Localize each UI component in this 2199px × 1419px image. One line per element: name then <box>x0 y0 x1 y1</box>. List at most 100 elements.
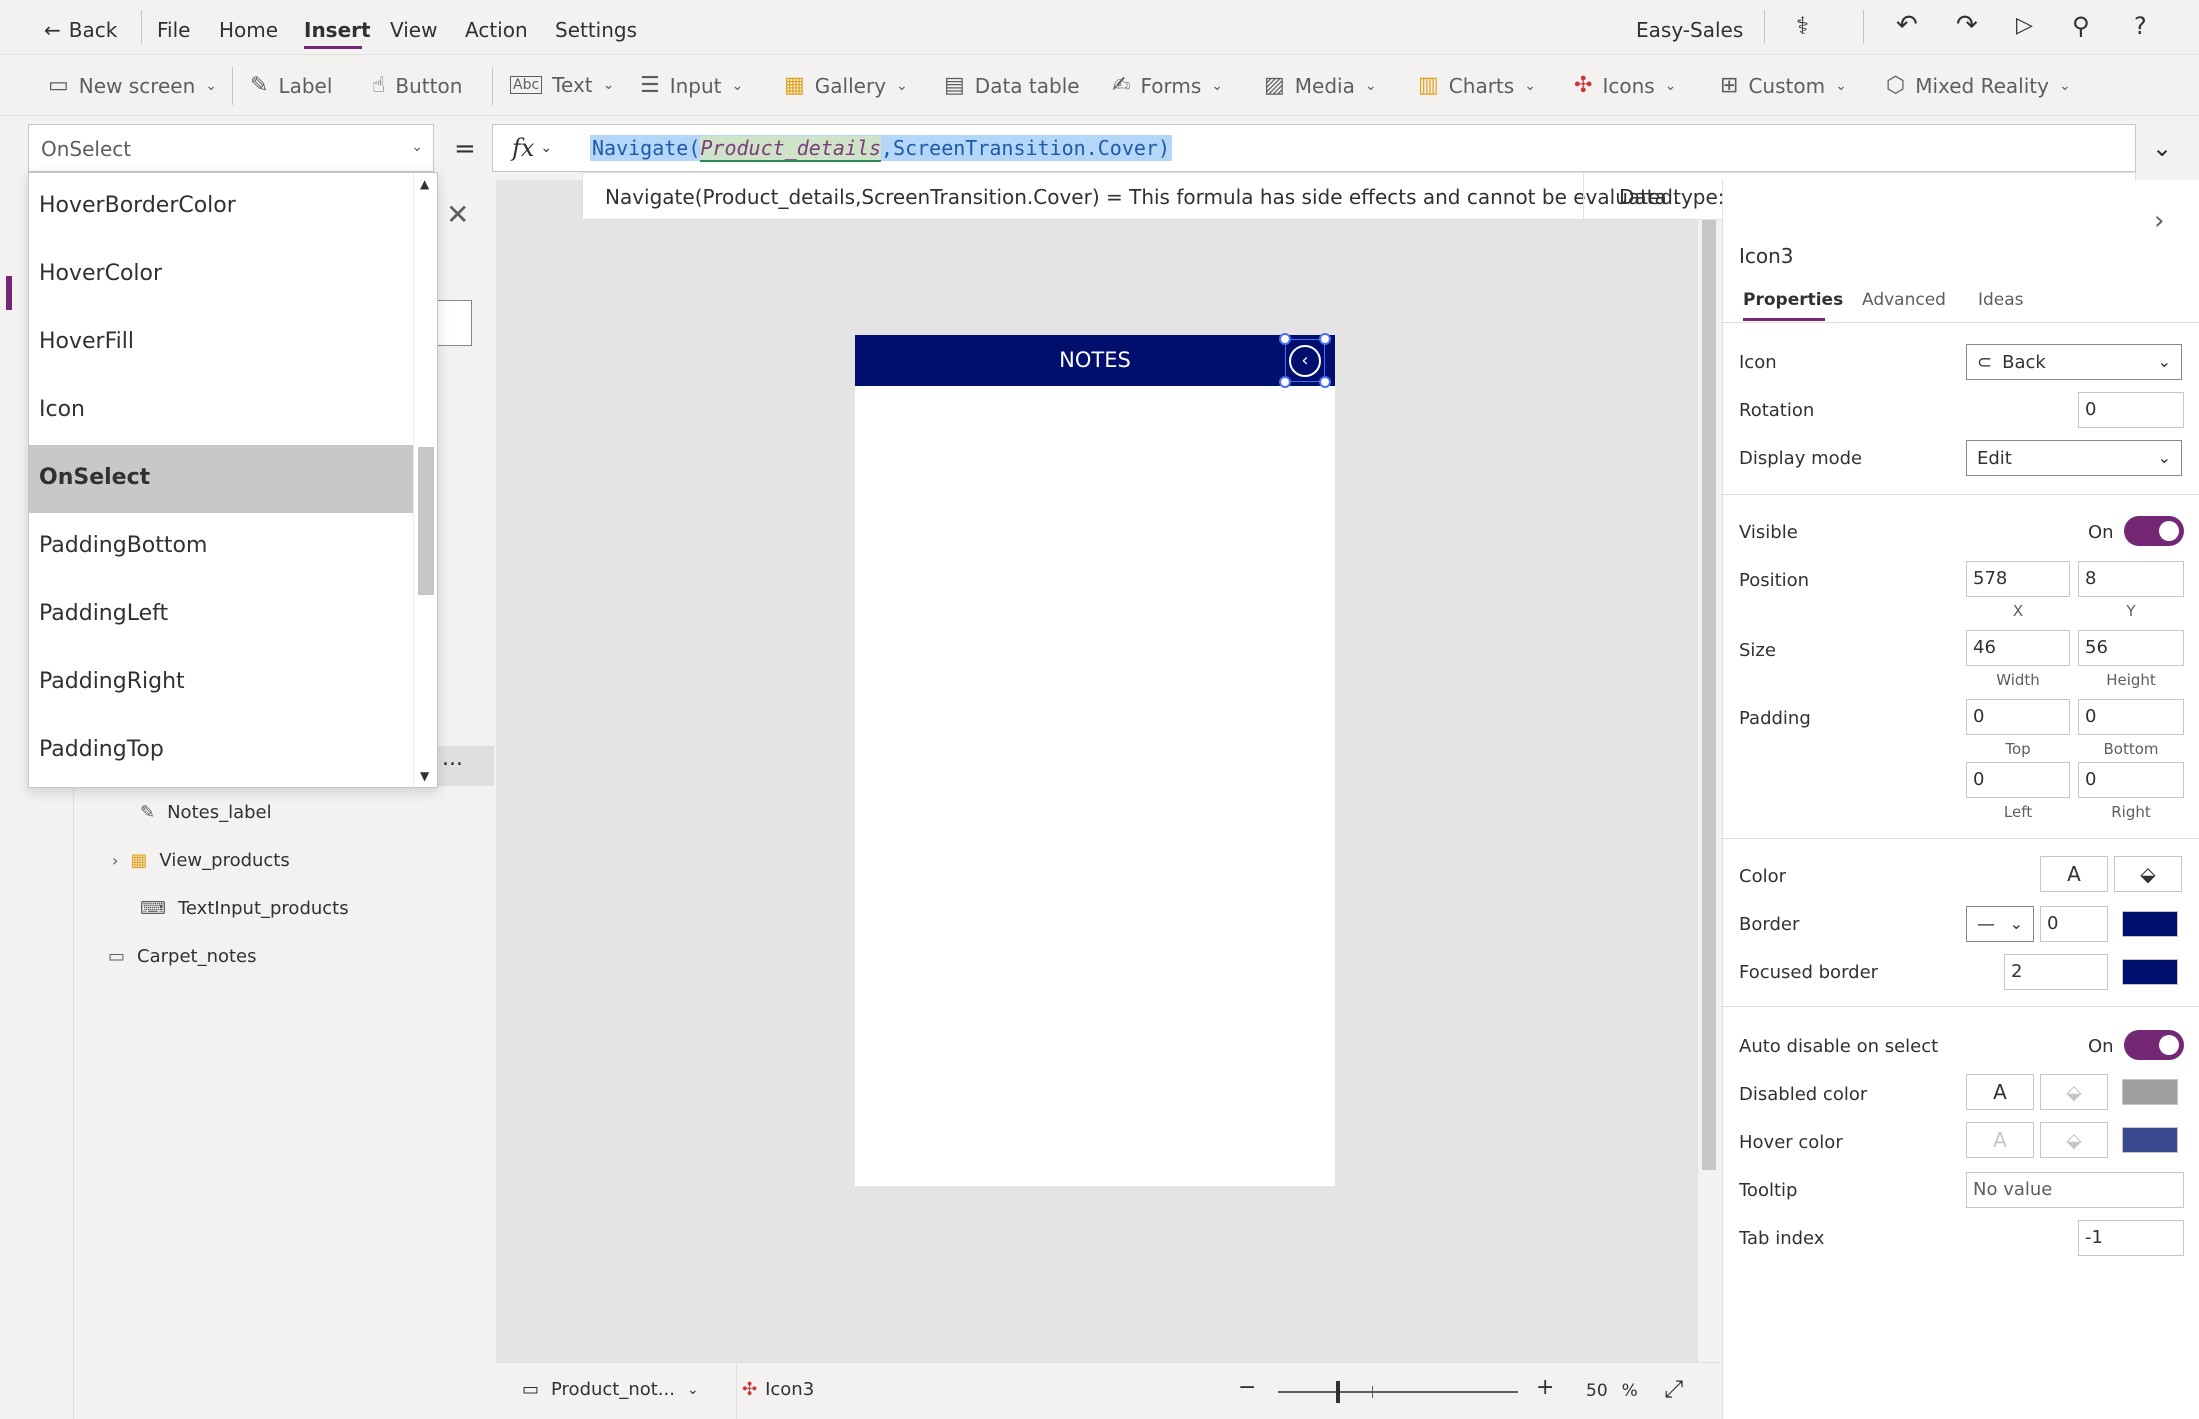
zoom-in-icon[interactable]: + <box>1536 1375 1554 1400</box>
padding-bottom-input[interactable]: 0 <box>2078 699 2184 735</box>
data-table-button[interactable]: ▤ Data table <box>944 73 1080 98</box>
redo-icon[interactable]: ↷ <box>1956 10 1978 40</box>
fit-to-window-icon[interactable]: ⤢ <box>1664 1375 1683 1403</box>
hover-text-color-button[interactable]: A <box>1966 1122 2034 1158</box>
close-tree-icon[interactable]: ✕ <box>446 198 469 231</box>
tab-ideas[interactable]: Ideas <box>1978 290 2024 310</box>
dropdown-option[interactable]: HoverBorderColor <box>29 173 413 241</box>
new-screen-button[interactable]: ▭ New screen ⌄ <box>48 73 217 98</box>
position-y-input[interactable]: 8 <box>2078 561 2184 597</box>
tab-advanced[interactable]: Advanced <box>1862 290 1946 310</box>
share-user-icon[interactable]: ⚲ <box>2072 12 2090 40</box>
fx-icon: fx <box>512 134 535 162</box>
help-icon[interactable]: ? <box>2134 12 2147 40</box>
padding-left-input[interactable]: 0 <box>1966 762 2070 798</box>
tree-item-carpet-notes[interactable]: ▭ Carpet_notes <box>108 946 257 967</box>
charts-button[interactable]: ▥ Charts ⌄ <box>1418 73 1536 98</box>
text-color-button[interactable]: A <box>2040 856 2108 892</box>
tab-index-input[interactable]: -1 <box>2078 1220 2184 1256</box>
border-width-input[interactable]: 0 <box>2040 906 2108 942</box>
icon-dropdown[interactable]: ⊂ Back ⌄ <box>1966 344 2182 380</box>
dropdown-option[interactable]: PaddingTop <box>29 717 413 785</box>
screen-picker[interactable]: ▭ Product_not... ⌄ <box>522 1379 699 1400</box>
property-selector[interactable]: OnSelect ⌄ <box>28 124 434 172</box>
more-options-button[interactable]: ... <box>436 746 494 786</box>
focused-border-input[interactable]: 2 <box>2004 954 2108 990</box>
formula-text[interactable]: Navigate(Product_details,ScreenTransitio… <box>590 135 1172 162</box>
menu-action[interactable]: Action <box>465 18 528 42</box>
custom-button[interactable]: ⊞ Custom ⌄ <box>1720 73 1847 98</box>
zoom-slider[interactable] <box>1278 1381 1518 1403</box>
fx-button[interactable]: fx ⌄ <box>500 128 580 168</box>
canvas-scrollbar[interactable] <box>1698 180 1720 1360</box>
forms-button[interactable]: ✍ Forms ⌄ <box>1112 73 1223 98</box>
media-button[interactable]: ▨ Media ⌄ <box>1264 73 1377 98</box>
icons-button[interactable]: ✣ Icons ⌄ <box>1574 73 1676 98</box>
dropdown-option[interactable]: HoverFill <box>29 309 413 377</box>
label-button[interactable]: ✎ Label <box>250 73 332 98</box>
tree-item-textinput-products[interactable]: ⌨ TextInput_products <box>140 898 349 919</box>
border-style-dropdown[interactable]: — ⌄ <box>1966 906 2034 942</box>
dropdown-scrollbar[interactable]: ▲ ▼ <box>413 173 437 787</box>
menu-settings[interactable]: Settings <box>555 18 637 42</box>
disabled-color-swatch[interactable] <box>2122 1079 2178 1105</box>
menu-file[interactable]: File <box>157 18 190 42</box>
play-icon[interactable]: ▷ <box>2016 13 2033 38</box>
size-height-input[interactable]: 56 <box>2078 630 2184 666</box>
dropdown-option[interactable]: HoverColor <box>29 241 413 309</box>
rotation-input[interactable]: 0 <box>2078 392 2184 428</box>
dropdown-scrollbar-thumb[interactable] <box>418 447 434 595</box>
menu-view[interactable]: View <box>390 18 437 42</box>
canvas-scrollbar-thumb[interactable] <box>1702 210 1716 1170</box>
gallery-button[interactable]: ▦ Gallery ⌄ <box>784 73 908 98</box>
selected-back-icon-control[interactable]: ‹ <box>1285 339 1325 382</box>
expand-formula-icon[interactable]: ⌄ <box>2152 134 2172 162</box>
size-width-input[interactable]: 46 <box>1966 630 2070 666</box>
resize-handle[interactable] <box>1319 376 1331 388</box>
zoom-slider-thumb[interactable] <box>1336 1381 1340 1403</box>
padding-right-input[interactable]: 0 <box>2078 762 2184 798</box>
resize-handle[interactable] <box>1279 376 1291 388</box>
text-button[interactable]: Abc Text ⌄ <box>510 73 614 97</box>
visible-toggle[interactable] <box>2124 516 2184 546</box>
auto-disable-toggle[interactable] <box>2124 1030 2184 1060</box>
display-mode-dropdown[interactable]: Edit ⌄ <box>1966 440 2182 476</box>
dropdown-option-selected[interactable]: OnSelect <box>29 445 413 513</box>
tree-item-notes-label[interactable]: ✎ Notes_label <box>140 802 272 823</box>
resize-handle[interactable] <box>1319 333 1331 345</box>
back-button[interactable]: ← Back <box>44 18 117 42</box>
status-bar: ▭ Product_not... ⌄ ✣ Icon3 − + 50% ⤢ <box>496 1362 1720 1419</box>
dropdown-option[interactable]: PaddingBottom <box>29 513 413 581</box>
button-button[interactable]: ☝ Button <box>372 73 462 98</box>
menu-insert[interactable]: Insert <box>304 18 371 42</box>
input-button[interactable]: ☰ Input ⌄ <box>640 73 743 98</box>
dropdown-option[interactable]: Icon <box>29 377 413 445</box>
dropdown-option[interactable]: PaddingLeft <box>29 581 413 649</box>
app-screen[interactable] <box>855 335 1335 1186</box>
scroll-down-icon[interactable]: ▼ <box>420 769 429 783</box>
hover-fill-bucket-icon[interactable]: ⬙ <box>2040 1122 2108 1158</box>
tree-item-view-products[interactable]: › ▦ View_products <box>112 850 290 871</box>
menu-home[interactable]: Home <box>219 18 278 42</box>
disabled-text-color-button[interactable]: A <box>1966 1074 2034 1110</box>
resize-handle[interactable] <box>1279 333 1291 345</box>
dropdown-option[interactable]: PaddingRight <box>29 649 413 717</box>
border-color-swatch[interactable] <box>2122 911 2178 937</box>
chevron-right-icon[interactable]: › <box>112 851 118 870</box>
mixed-reality-button[interactable]: ⬡ Mixed Reality ⌄ <box>1886 73 2071 98</box>
tooltip-input[interactable]: No value <box>1966 1172 2184 1208</box>
position-x-input[interactable]: 578 <box>1966 561 2070 597</box>
collapse-pane-icon[interactable]: › <box>2154 206 2164 236</box>
app-checker-icon[interactable]: ⚕ <box>1796 12 1809 40</box>
focused-border-color-swatch[interactable] <box>2122 959 2178 985</box>
control-breadcrumb[interactable]: ✣ Icon3 <box>742 1379 814 1400</box>
zoom-out-icon[interactable]: − <box>1238 1375 1256 1400</box>
disabled-fill-bucket-icon[interactable]: ⬙ <box>2040 1074 2108 1110</box>
undo-icon[interactable]: ↶ <box>1896 10 1918 40</box>
control-name[interactable]: Icon3 <box>1739 244 1794 268</box>
hover-color-swatch[interactable] <box>2122 1127 2178 1153</box>
fill-bucket-icon[interactable]: ⬙ <box>2114 856 2182 892</box>
scroll-up-icon[interactable]: ▲ <box>420 177 429 191</box>
padding-top-input[interactable]: 0 <box>1966 699 2070 735</box>
tab-properties[interactable]: Properties <box>1743 290 1843 310</box>
